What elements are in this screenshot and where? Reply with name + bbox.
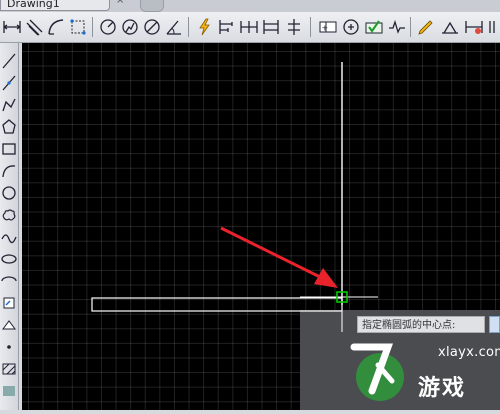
hatch-icon[interactable]: [0, 359, 18, 379]
dim-text-edit-icon[interactable]: [440, 17, 460, 37]
toolbar-separator: [310, 17, 311, 37]
dim-update-icon[interactable]: [464, 17, 484, 37]
document-tab[interactable]: Drawing1: [0, 0, 110, 11]
ellipse-arc-icon[interactable]: [0, 271, 18, 291]
continue-dim-icon[interactable]: [239, 17, 259, 37]
toolbar-separator: [188, 17, 189, 37]
quick-dim-icon[interactable]: [195, 17, 215, 37]
close-tab-icon[interactable]: ×: [116, 0, 124, 6]
document-tab-bar: Drawing1 ×: [0, 0, 500, 12]
new-tab-button[interactable]: [140, 0, 164, 12]
tolerance-icon[interactable]: +: [318, 17, 338, 37]
center-mark-icon[interactable]: [341, 17, 361, 37]
toolbar-more-icon[interactable]: [486, 17, 500, 37]
gradient-icon[interactable]: [0, 381, 18, 401]
radius-dim-icon[interactable]: [98, 17, 118, 37]
command-prompt: 指定椭圆弧的中心点:: [357, 316, 485, 333]
watermark-site: xlayx.com: [438, 345, 500, 360]
coordinate-input-box[interactable]: [489, 316, 500, 333]
inspect-icon[interactable]: [364, 17, 384, 37]
ellipse-icon[interactable]: [0, 249, 18, 269]
watermark-name: 游戏: [418, 376, 467, 401]
polygon-icon[interactable]: [0, 117, 18, 137]
dim-break-icon[interactable]: [284, 17, 304, 37]
toolbar-separator: [410, 17, 411, 37]
dim-edit-icon[interactable]: [416, 17, 436, 37]
rectangle-icon[interactable]: [0, 139, 18, 159]
svg-text:+: +: [322, 24, 329, 33]
dim-space-icon[interactable]: [261, 17, 281, 37]
aligned-dim-icon[interactable]: [24, 17, 44, 37]
linear-dim-icon[interactable]: [2, 17, 22, 37]
circle-icon[interactable]: [0, 183, 18, 203]
construction-line-icon[interactable]: [0, 73, 18, 93]
arc-icon[interactable]: [0, 161, 18, 181]
diameter-dim-icon[interactable]: [142, 17, 162, 37]
dimension-toolbar: +: [0, 12, 500, 43]
insert-block-icon[interactable]: [0, 293, 18, 313]
line-icon[interactable]: [0, 51, 18, 71]
jogged-dim-icon[interactable]: [120, 17, 140, 37]
make-block-icon[interactable]: [0, 315, 18, 335]
jogged-linear-icon[interactable]: [387, 17, 407, 37]
arc-length-icon[interactable]: [46, 17, 66, 37]
polyline-icon[interactable]: [0, 95, 18, 115]
spline-icon[interactable]: [0, 227, 18, 247]
document-tab-title: Drawing1: [7, 0, 60, 10]
toolbar-separator: [92, 17, 93, 37]
draw-toolbar: [0, 43, 19, 410]
revision-cloud-icon[interactable]: [0, 205, 18, 225]
baseline-dim-icon[interactable]: [217, 17, 237, 37]
angular-dim-icon[interactable]: [164, 17, 184, 37]
ordinate-dim-icon[interactable]: [68, 17, 88, 37]
point-icon[interactable]: [0, 337, 18, 357]
